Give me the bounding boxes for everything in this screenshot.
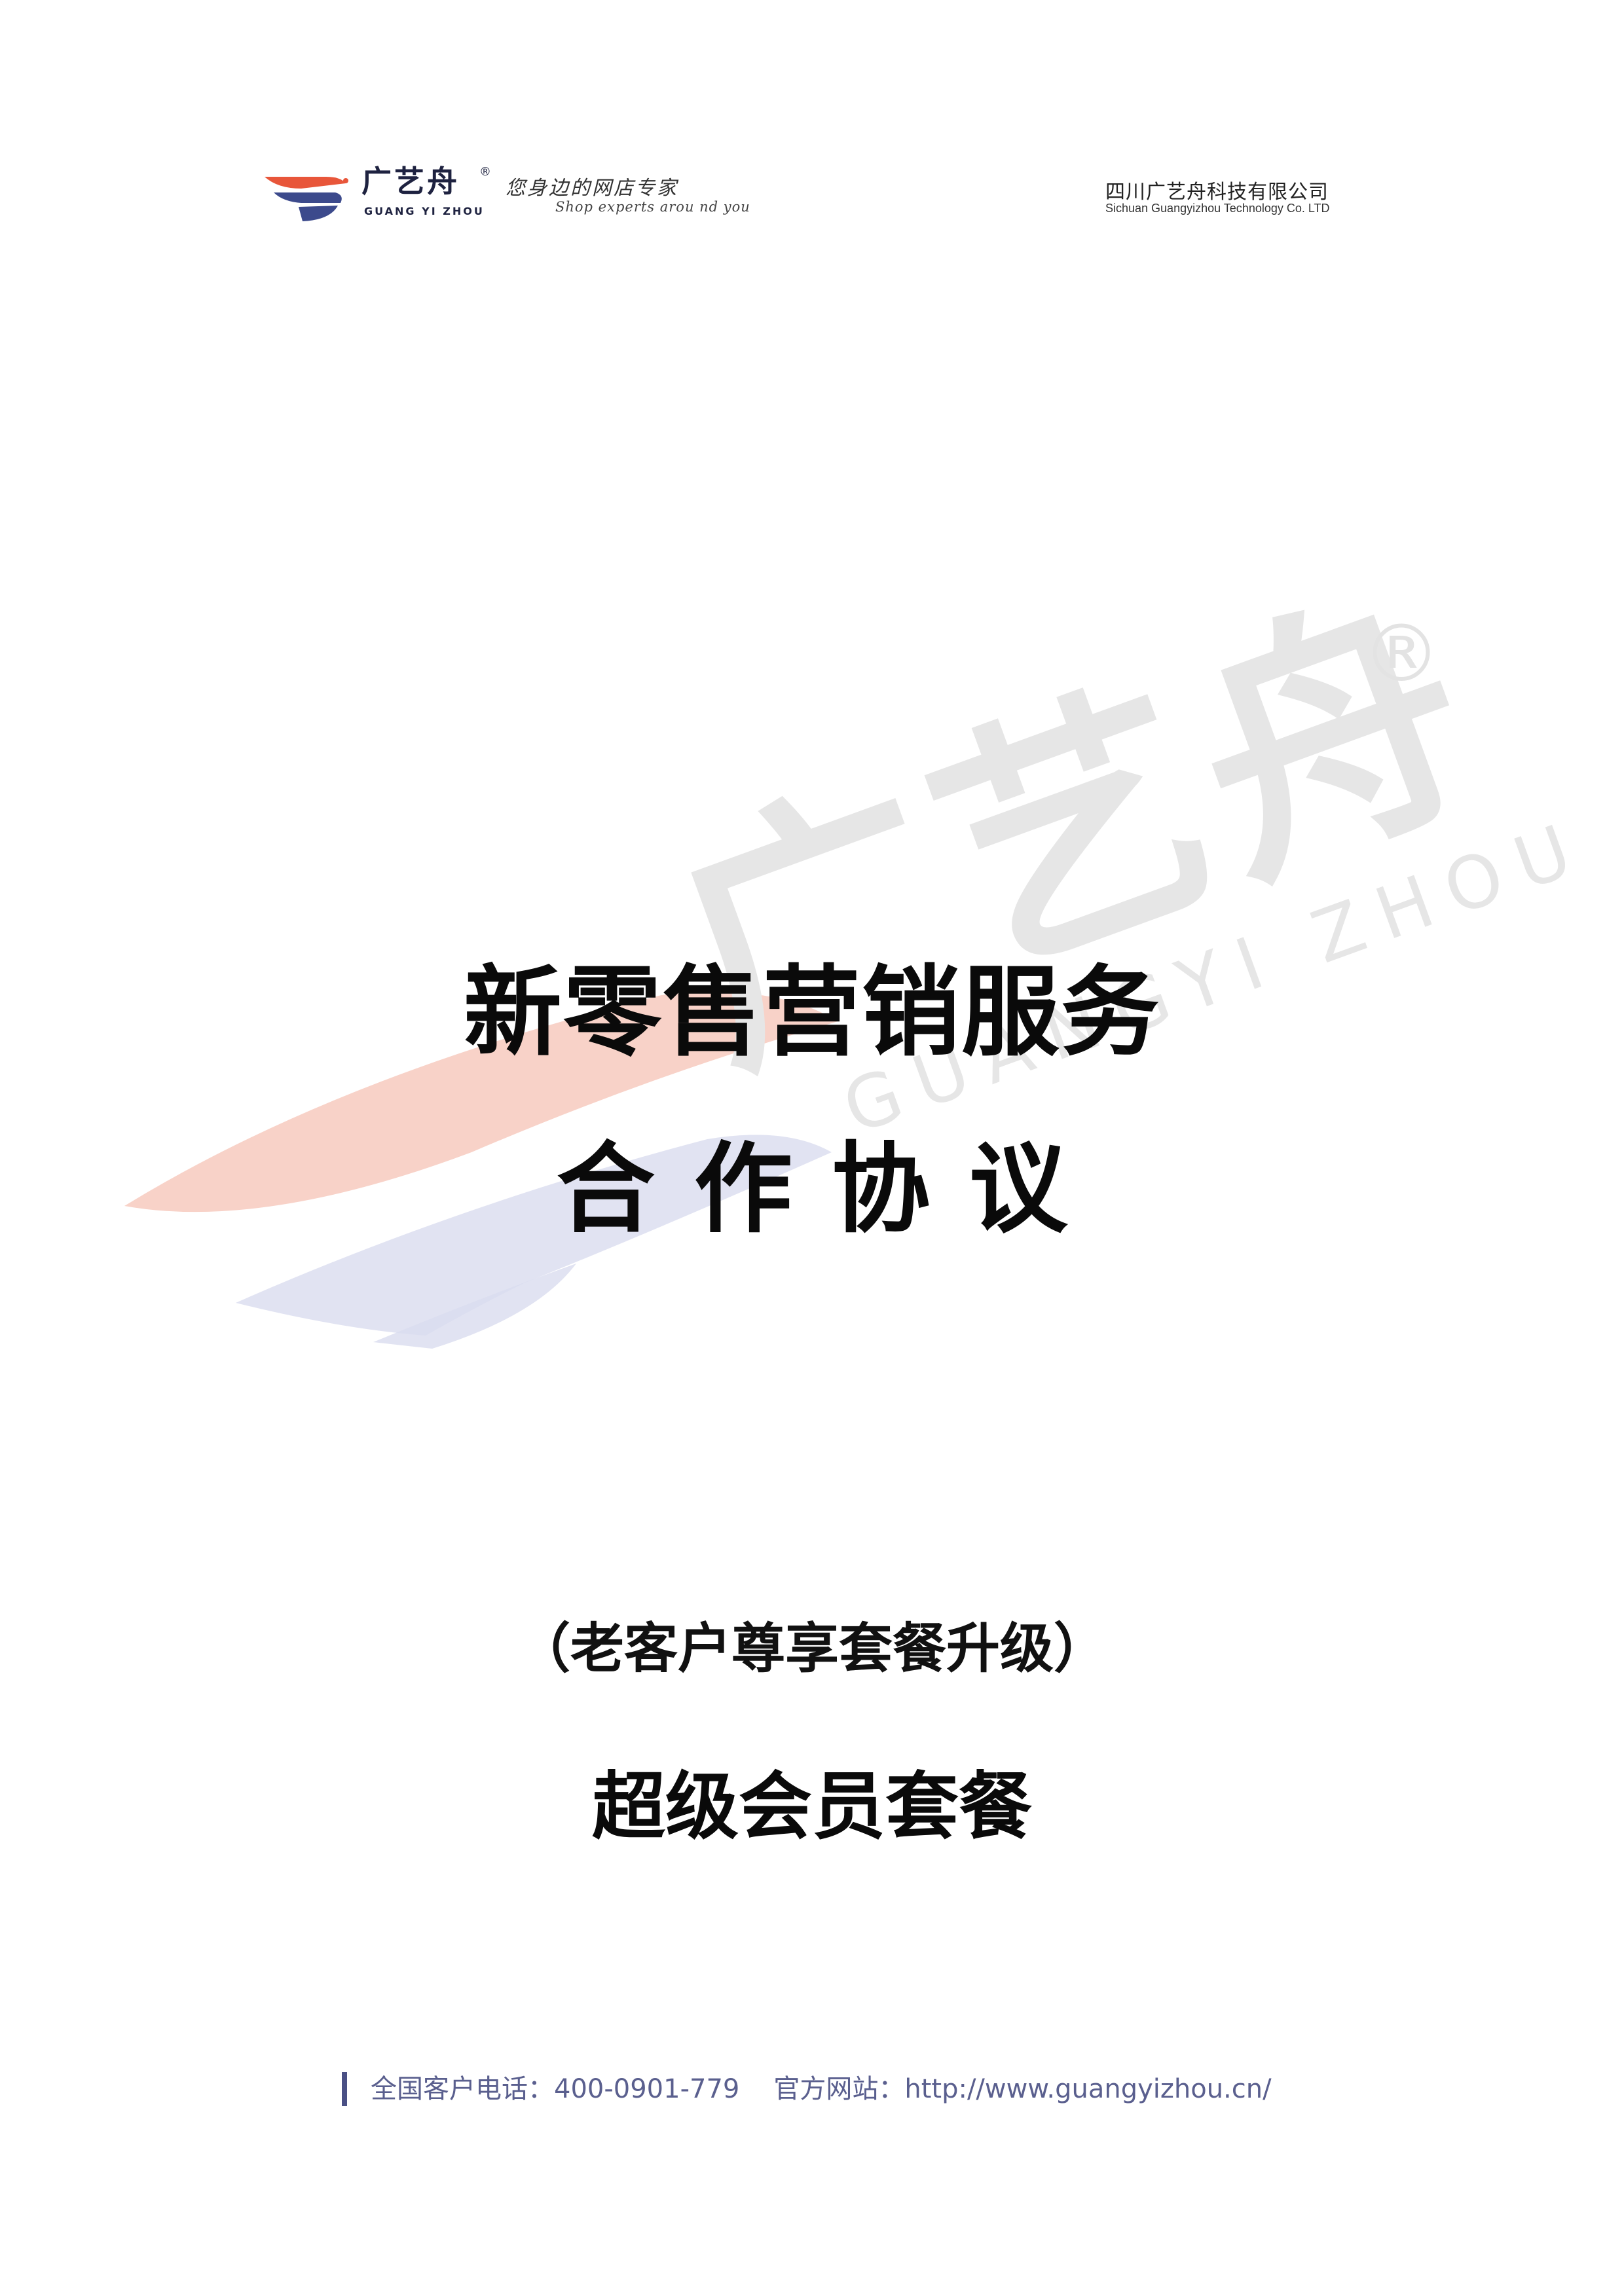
watermark-wing-blue-tail bbox=[373, 1264, 576, 1349]
document-title-line2: 合作协议 bbox=[556, 1133, 1107, 1247]
footer-contact: 全国客户电话：400-0901-779 官方网站：http://www.guang… bbox=[371, 2074, 1272, 2104]
hotline-label: 全国客户电话： bbox=[371, 2074, 554, 2104]
brand-name-en: GUANG YI ZHOU bbox=[364, 205, 485, 217]
hotline-number: 400-0901-779 bbox=[554, 2074, 740, 2104]
footer-accent-bar bbox=[342, 2072, 347, 2106]
website-link[interactable]: http://www.guangyizhou.cn/ bbox=[904, 2074, 1271, 2104]
brand-name-cn: 广艺舟 bbox=[361, 164, 460, 199]
watermark-registered-mark: ® bbox=[1362, 609, 1441, 700]
company-name-cn: 四川广艺舟科技有限公司 bbox=[1105, 181, 1329, 204]
document-title-line1: 新零售营销服务 bbox=[463, 956, 1160, 1070]
brand-logo-icon bbox=[265, 177, 348, 221]
slogan-en: Shop experts arou nd you bbox=[555, 199, 750, 215]
website-label: 官方网站： bbox=[773, 2074, 905, 2104]
document-subtitle: （老客户尊享套餐升级） bbox=[516, 1618, 1107, 1680]
registered-mark: ® bbox=[479, 165, 491, 179]
package-name: 超级会员套餐 bbox=[592, 1764, 1032, 1850]
slogan-cn: 您身边的网店专家 bbox=[506, 177, 678, 200]
company-name-en: Sichuan Guangyizhou Technology Co. LTD bbox=[1105, 202, 1330, 215]
